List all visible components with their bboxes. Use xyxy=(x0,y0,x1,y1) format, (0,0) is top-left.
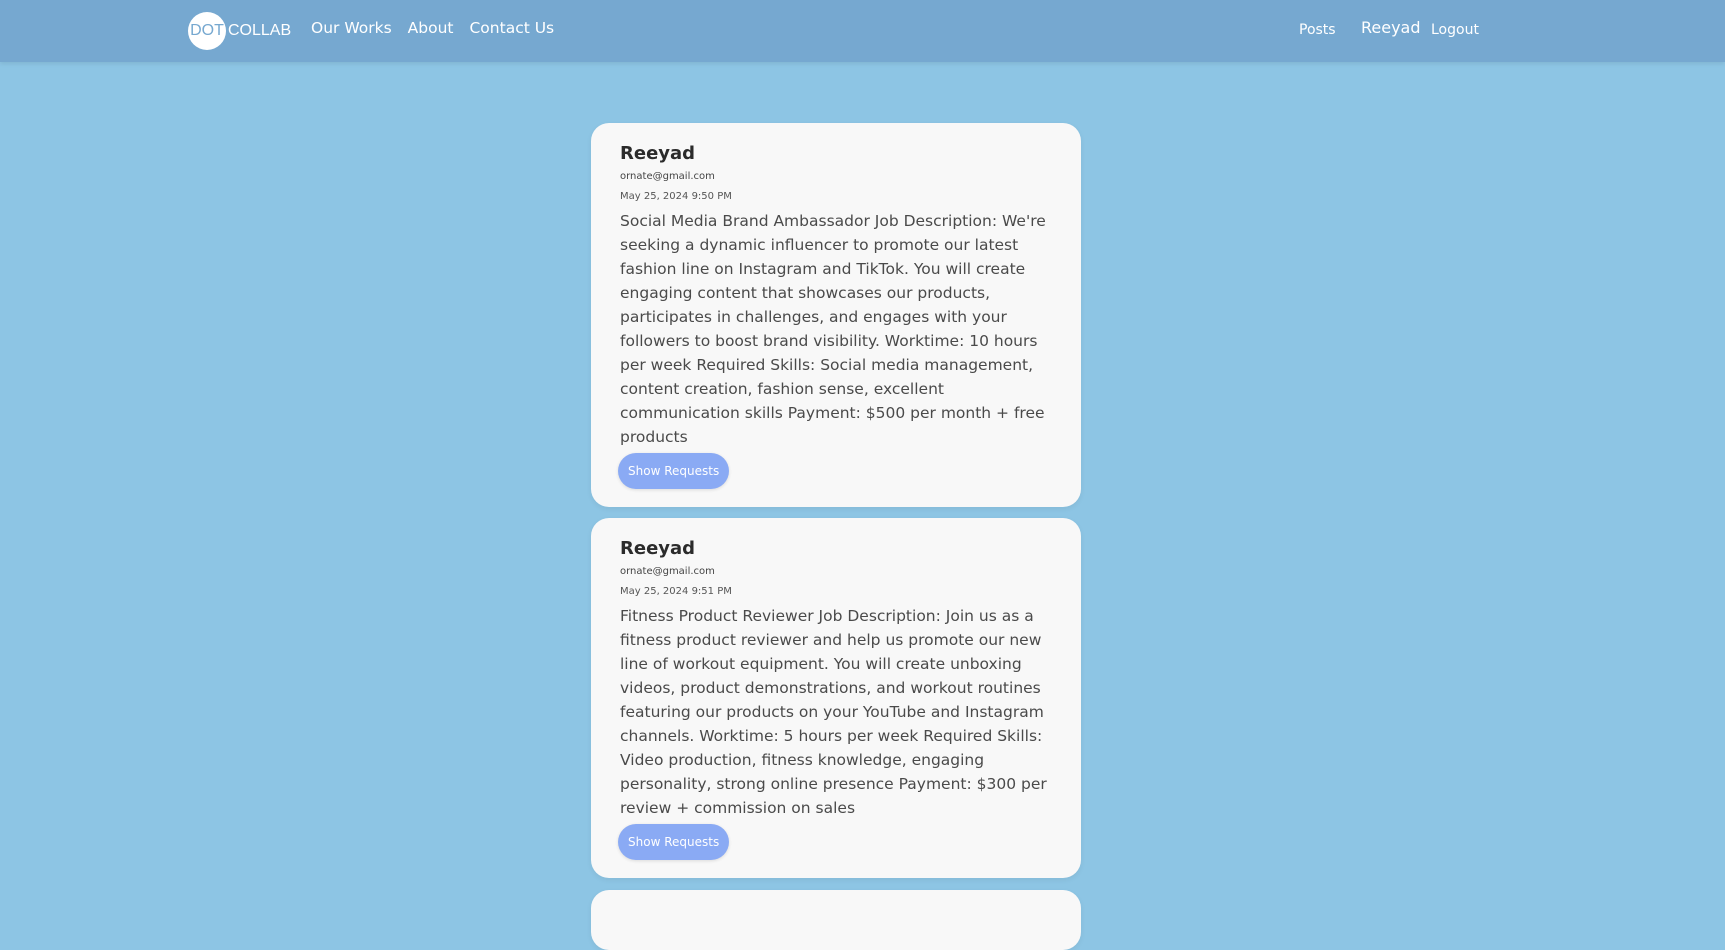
post-email: ornate@gmail.com xyxy=(620,566,715,577)
show-requests-button[interactable]: Show Requests xyxy=(618,453,730,489)
post-body: Fitness Product Reviewer Job Description… xyxy=(620,607,1047,817)
show-requests-button[interactable]: Show Requests xyxy=(618,824,730,860)
nav-link-our-works[interactable]: Our Works xyxy=(311,19,392,37)
nav-link-logout[interactable]: Logout xyxy=(1431,22,1479,38)
post-date: May 25, 2024 9:50 PM xyxy=(620,191,732,202)
post-date: May 25, 2024 9:51 PM xyxy=(620,586,732,597)
nav-link-about[interactable]: About xyxy=(408,19,454,37)
post-card: Reeyad ornate@gmail.com May 25, 2024 9:5… xyxy=(591,123,1081,507)
brand-logo-circle: DOT xyxy=(188,11,226,50)
nav-links: Our Works About Contact Us xyxy=(311,19,554,37)
navbar: DOT COLLAB Our Works About Contact Us Po… xyxy=(0,0,1725,62)
nav-user-name[interactable]: Reeyad xyxy=(1361,18,1421,37)
nav-link-posts[interactable]: Posts xyxy=(1299,22,1336,38)
post-author: Reeyad xyxy=(620,538,696,559)
post-author: Reeyad xyxy=(620,143,696,164)
brand-logo-text: COLLAB xyxy=(228,21,292,39)
post-email: ornate@gmail.com xyxy=(620,171,715,182)
brand-logo[interactable]: DOT COLLAB xyxy=(188,11,291,50)
post-card-partial xyxy=(591,890,1081,950)
post-body: Social Media Brand Ambassador Job Descri… xyxy=(620,212,1046,446)
post-card: Reeyad ornate@gmail.com May 25, 2024 9:5… xyxy=(591,518,1081,878)
nav-link-contact-us[interactable]: Contact Us xyxy=(469,19,554,37)
